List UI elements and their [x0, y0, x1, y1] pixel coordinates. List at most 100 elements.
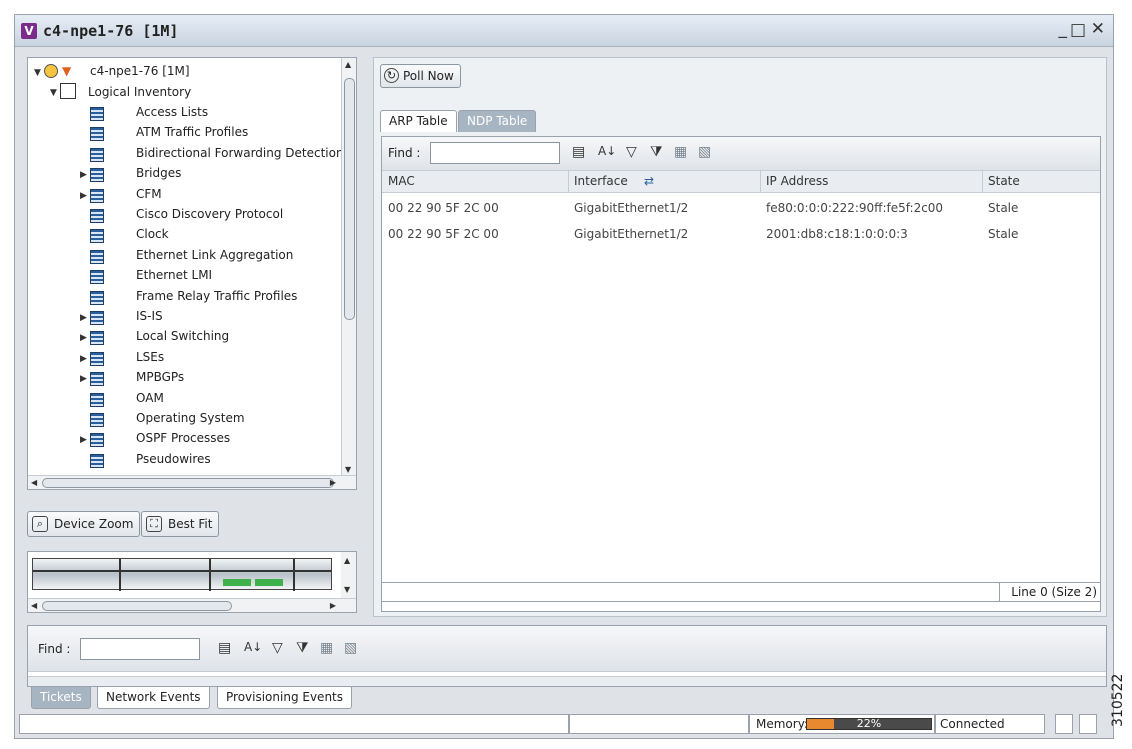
magnifier-icon: ⌕: [32, 516, 48, 532]
tree-logical-inventory[interactable]: Logical Inventory: [88, 85, 191, 105]
find-label: Find :: [38, 642, 71, 656]
minimize-icon[interactable]: _: [1059, 19, 1068, 39]
tab-ndp-table[interactable]: NDP Table: [458, 110, 537, 132]
filter-icon[interactable]: ▽: [626, 144, 637, 160]
table-row[interactable]: 00 22 90 5F 2C 00 GigabitEthernet1/2 fe8…: [382, 195, 1100, 221]
scroll-down-arrow[interactable]: ▼: [344, 585, 350, 594]
ndp-table-frame: Find : ▤ A↓ ▽ ⧩ ▦ ▧ MAC Interface ⇄ IP A…: [381, 136, 1101, 612]
cell-ip-address: fe80:0:0:0:222:90ff:fe5f:2c00: [766, 201, 944, 215]
status-indicator: [1055, 714, 1073, 734]
scroll-down-arrow[interactable]: ▼: [345, 465, 351, 474]
print-icon[interactable]: ▧: [698, 144, 711, 160]
device-status-icon: [44, 64, 58, 78]
expand-icon[interactable]: ▶: [80, 333, 87, 343]
tree-vertical-scrollbar[interactable]: ▲ ▼: [341, 58, 356, 476]
tree-item[interactable]: Operating System: [136, 411, 245, 431]
tree-item[interactable]: Frame Relay Traffic Profiles: [136, 289, 297, 309]
cell-state: Stale: [988, 227, 1019, 241]
tree-item[interactable]: Local Switching: [136, 329, 229, 349]
events-find-input[interactable]: [80, 638, 200, 660]
scroll-left-arrow[interactable]: ◀: [31, 601, 37, 610]
close-icon[interactable]: ✕: [1091, 19, 1105, 39]
expand-icon[interactable]: ▶: [80, 374, 87, 384]
tree-node-icon: [90, 229, 104, 244]
tree-root[interactable]: c4-npe1-76 [1M]: [90, 64, 190, 84]
status-extra: [569, 714, 749, 734]
scroll-up-arrow[interactable]: ▲: [344, 556, 350, 565]
find-input[interactable]: [430, 142, 560, 164]
table-header: MAC Interface ⇄ IP Address State: [382, 171, 1100, 193]
scroll-right-arrow[interactable]: ▶: [330, 601, 336, 610]
export-icon[interactable]: ▦: [674, 144, 687, 160]
col-state[interactable]: State: [988, 174, 1020, 188]
poll-now-button[interactable]: ↻ Poll Now: [380, 64, 461, 88]
memory-indicator: Memory: 22%: [749, 714, 935, 734]
expand-icon[interactable]: ▶: [80, 435, 87, 445]
tree-item[interactable]: IS-IS: [136, 309, 163, 329]
columns-icon[interactable]: ▤: [572, 144, 585, 160]
tree-item[interactable]: OAM: [136, 391, 164, 411]
expand-icon[interactable]: ▶: [80, 170, 87, 180]
expand-icon[interactable]: ▶: [80, 354, 87, 364]
tree-node-icon: [90, 249, 104, 264]
window-title: c4-npe1-76 [1M]: [43, 22, 179, 40]
tree-horizontal-scrollbar[interactable]: ◀ ▶: [28, 475, 356, 489]
scroll-up-arrow[interactable]: ▲: [345, 60, 351, 69]
tree-item[interactable]: Ethernet LMI: [136, 268, 212, 288]
best-fit-button[interactable]: ⛶ Best Fit: [141, 511, 220, 537]
scroll-thumb[interactable]: [42, 478, 334, 488]
tree-item[interactable]: OSPF Processes: [136, 431, 230, 451]
scroll-thumb[interactable]: [42, 601, 232, 611]
poll-now-label: Poll Now: [403, 69, 454, 83]
device-zoom-button[interactable]: ⌕ Device Zoom: [27, 511, 141, 537]
status-indicator: [1079, 714, 1097, 734]
col-ip-address[interactable]: IP Address: [766, 174, 828, 188]
tree-node-icon: [90, 392, 104, 407]
maximize-icon[interactable]: □: [1070, 20, 1086, 40]
tab-arp-table[interactable]: ARP Table: [380, 110, 457, 132]
device-chassis-view[interactable]: ▲ ▼ ◀ ▶: [27, 551, 357, 613]
connection-label: Connected: [940, 717, 1005, 731]
tree-item[interactable]: Ethernet Link Aggregation: [136, 248, 293, 268]
scroll-right-arrow[interactable]: ▶: [330, 478, 336, 487]
tree-item[interactable]: Cisco Discovery Protocol: [136, 207, 283, 227]
tab-provisioning-events[interactable]: Provisioning Events: [217, 687, 353, 709]
logical-inventory-icon: [60, 83, 76, 99]
collapse-icon[interactable]: ▼: [34, 68, 41, 78]
scroll-left-arrow[interactable]: ◀: [31, 478, 37, 487]
col-mac[interactable]: MAC: [388, 174, 415, 188]
inventory-tree[interactable]: ▼ ▼ c4-npe1-76 [1M] ▼ Logical Inventory …: [27, 57, 357, 490]
sort-icon[interactable]: A↓: [244, 640, 262, 654]
tree-node-icon: [90, 188, 104, 203]
scroll-thumb[interactable]: [344, 78, 355, 320]
tree-item[interactable]: LSEs: [136, 350, 164, 370]
tab-tickets[interactable]: Tickets: [31, 687, 91, 709]
device-vertical-scrollbar[interactable]: ▲ ▼: [341, 552, 356, 598]
col-interface[interactable]: Interface: [574, 174, 628, 188]
advanced-filter-icon[interactable]: ⧩: [650, 144, 663, 160]
tree-item[interactable]: ATM Traffic Profiles: [136, 125, 248, 145]
tree-item[interactable]: Access Lists: [136, 105, 208, 125]
tree-item[interactable]: Bridges: [136, 166, 181, 186]
tree-item[interactable]: CFM: [136, 187, 162, 207]
advanced-filter-icon[interactable]: ⧩: [296, 640, 309, 656]
expand-icon[interactable]: ▶: [80, 191, 87, 201]
tree-item[interactable]: Clock: [136, 227, 169, 247]
expand-icon[interactable]: ▶: [80, 313, 87, 323]
tree-item[interactable]: Bidirectional Forwarding Detection: [136, 146, 344, 166]
columns-icon[interactable]: ▤: [218, 640, 231, 656]
cell-ip-address: 2001:db8:c18:1:0:0:0:3: [766, 227, 908, 241]
print-icon[interactable]: ▧: [344, 640, 357, 656]
tree-node-icon: [90, 209, 104, 223]
tree-item[interactable]: MPBGPs: [136, 370, 184, 390]
collapse-icon[interactable]: ▼: [50, 88, 57, 98]
filter-icon[interactable]: ▽: [272, 640, 283, 656]
tab-network-events[interactable]: Network Events: [97, 687, 210, 709]
alarm-icon: ▼: [62, 64, 72, 78]
cell-interface: GigabitEthernet1/2: [574, 201, 689, 215]
table-row[interactable]: 00 22 90 5F 2C 00 GigabitEthernet1/2 200…: [382, 221, 1100, 247]
tree-item[interactable]: Pseudowires: [136, 452, 211, 472]
export-icon[interactable]: ▦: [320, 640, 333, 656]
sort-icon[interactable]: A↓: [598, 144, 616, 158]
device-horizontal-scrollbar[interactable]: ◀ ▶: [28, 598, 356, 612]
